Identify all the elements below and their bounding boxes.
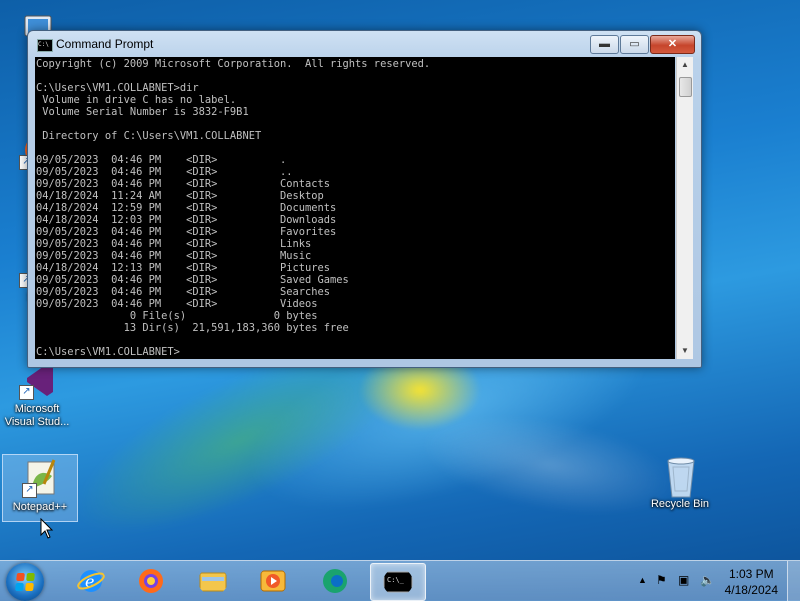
folder-icon <box>199 572 227 592</box>
console-line: 04/18/2024 12:59 PM <DIR> Documents <box>36 202 337 214</box>
console-line: 09/05/2023 04:46 PM <DIR> Searches <box>36 286 331 298</box>
volume-muted-icon[interactable]: 🔈 <box>700 573 715 587</box>
close-button[interactable]: ✕ <box>650 35 695 54</box>
scroll-down-arrow-icon[interactable]: ▼ <box>677 343 693 359</box>
show-hidden-icons-icon[interactable]: ▲ <box>638 575 647 585</box>
maximize-button[interactable]: ▭ <box>620 35 649 54</box>
console-line: 09/05/2023 04:46 PM <DIR> Favorites <box>36 226 337 238</box>
ie-icon: e <box>77 570 105 592</box>
console-line: 09/05/2023 04:46 PM <DIR> Saved Games <box>36 274 349 286</box>
taskbar-edge[interactable] <box>308 563 362 599</box>
cmd-icon: C:\_ <box>383 571 413 593</box>
console-line: 09/05/2023 04:46 PM <DIR> . <box>36 154 287 166</box>
console-line: 09/05/2023 04:46 PM <DIR> Contacts <box>36 178 331 190</box>
clock[interactable]: 1:03 PM 4/18/2024 <box>725 566 778 598</box>
scrollbar-thumb[interactable] <box>679 77 692 97</box>
console-line: 09/05/2023 04:46 PM <DIR> Videos <box>36 298 318 310</box>
command-prompt-window[interactable]: C:\ Command Prompt ▬ ▭ ✕ Copyright (c) 2… <box>27 30 702 368</box>
desktop-icon-label: Notepad++ <box>12 501 68 513</box>
console-line: 09/05/2023 04:46 PM <DIR> .. <box>36 166 293 178</box>
scroll-up-arrow-icon[interactable]: ▲ <box>677 57 693 73</box>
console-line: 04/18/2024 12:03 PM <DIR> Downloads <box>36 214 337 226</box>
network-icon[interactable]: ▣ <box>678 573 689 587</box>
windows-logo-icon <box>15 573 35 591</box>
action-center-flag-icon[interactable]: ⚑ <box>656 573 667 587</box>
console-line: C:\Users\VM1.COLLABNET>dir <box>36 82 199 94</box>
taskbar-firefox[interactable] <box>124 563 178 599</box>
system-tray: ▲ ⚑ ▣ 🔈 1:03 PM 4/18/2024 <box>610 561 800 601</box>
vertical-scrollbar[interactable]: ▲ ▼ <box>676 57 693 359</box>
console-output-area[interactable]: Copyright (c) 2009 Microsoft Corporation… <box>35 57 675 359</box>
svg-text:C:\_: C:\_ <box>387 576 405 584</box>
desktop-icon-recycle-bin[interactable]: Recycle Bin <box>643 455 717 511</box>
media-player-icon <box>260 570 286 592</box>
window-titlebar[interactable]: C:\ Command Prompt ▬ ▭ ✕ <box>28 31 701 57</box>
console-line: 09/05/2023 04:46 PM <DIR> Links <box>36 238 312 250</box>
taskbar-media-player[interactable] <box>246 563 300 599</box>
mouse-cursor-icon <box>40 518 54 539</box>
notepadpp-icon: ↗ <box>20 458 60 498</box>
minimize-button[interactable]: ▬ <box>590 35 619 54</box>
console-line: Directory of C:\Users\VM1.COLLABNET <box>36 130 262 142</box>
desktop-icon-notepadpp[interactable]: ↗ Notepad++ <box>2 454 78 522</box>
edge-icon <box>323 569 347 593</box>
console-line: 0 File(s) 0 bytes <box>36 310 318 322</box>
recycle-bin-icon <box>660 455 700 498</box>
start-button[interactable] <box>6 563 44 601</box>
console-line: 04/18/2024 11:24 AM <DIR> Desktop <box>36 190 324 202</box>
desktop-icon-label: Microsoft Visual Stud... <box>4 403 70 428</box>
window-title: Command Prompt <box>56 37 154 51</box>
console-text: Copyright (c) 2009 Microsoft Corporation… <box>35 57 675 358</box>
taskbar-command-prompt[interactable]: C:\_ <box>370 563 426 601</box>
taskbar: e C:\_ ▲ ⚑ ▣ 🔈 1:03 PM 4/18/2024 <box>0 560 800 601</box>
console-line: C:\Users\VM1.COLLABNET> <box>36 346 180 358</box>
show-desktop-button[interactable] <box>787 561 800 601</box>
shortcut-arrow-icon: ↗ <box>19 385 34 400</box>
console-line: 04/18/2024 12:13 PM <DIR> Pictures <box>36 262 331 274</box>
console-line: 13 Dir(s) 21,591,183,360 bytes free <box>36 322 349 334</box>
clock-date: 4/18/2024 <box>724 583 778 597</box>
firefox-icon <box>139 569 163 593</box>
clock-time: 1:03 PM <box>728 567 774 581</box>
console-line: Volume Serial Number is 3832-F9B1 <box>36 106 249 118</box>
desktop-icon-visual-studio[interactable]: ↗ Microsoft Visual Stud... <box>0 360 74 429</box>
console-line: 09/05/2023 04:46 PM <DIR> Music <box>36 250 312 262</box>
taskbar-file-explorer[interactable] <box>186 563 240 599</box>
console-line: Copyright (c) 2009 Microsoft Corporation… <box>36 58 431 70</box>
console-line: Volume in drive C has no label. <box>36 94 237 106</box>
cmd-icon: C:\ <box>37 39 53 52</box>
shortcut-arrow-icon: ↗ <box>22 483 37 498</box>
taskbar-ie[interactable]: e <box>64 563 118 599</box>
